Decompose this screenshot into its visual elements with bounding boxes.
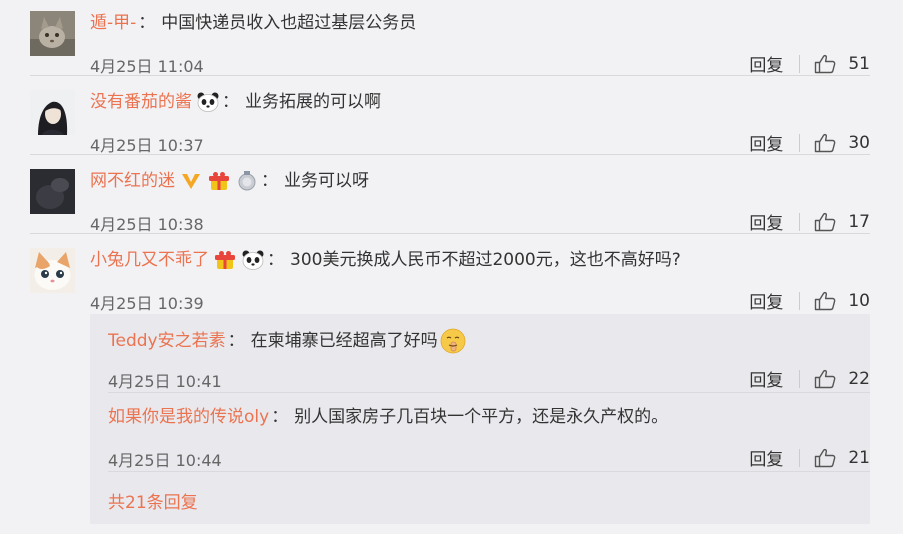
comment-list: 遁-甲-：中国快递员收入也超过基层公务员 4月25日 11:04 回复 51 没… (0, 0, 903, 534)
like-count: 22 (848, 368, 870, 389)
thumbs-up-icon[interactable] (814, 369, 836, 389)
reply-time: 4月25日 10:41 (108, 372, 222, 391)
more-replies-link[interactable]: 共21条回复 (108, 488, 198, 513)
reply-button[interactable]: 回复 (749, 51, 783, 76)
thumbs-up-icon[interactable] (814, 212, 836, 232)
comment-actions: 回复 51 (749, 51, 870, 77)
divider (799, 369, 801, 388)
gift-badge-icon (207, 171, 231, 191)
divider (799, 448, 801, 467)
divider (799, 212, 801, 231)
divider (799, 291, 801, 310)
username-link[interactable]: 没有番茄的酱 (90, 92, 192, 112)
like-count: 30 (848, 132, 870, 153)
avatar[interactable] (30, 11, 75, 56)
reply-button[interactable]: 回复 (749, 288, 783, 313)
comment-text: 300美元换成人民币不超过2000元，这也不高好吗? (290, 250, 681, 270)
reply-text: 在柬埔寨已经超高了好吗 (250, 331, 438, 351)
avatar[interactable] (30, 90, 75, 135)
comment-actions: 回复 30 (749, 130, 870, 156)
thumbs-up-icon[interactable] (814, 291, 836, 311)
comment-time: 4月25日 10:37 (90, 136, 204, 155)
username-link[interactable]: 遁-甲- (90, 13, 136, 33)
cat-avatar-image (30, 11, 75, 56)
girl-avatar-image (30, 90, 75, 135)
row-divider (30, 75, 870, 76)
comment-text: 业务可以呀 (284, 171, 369, 191)
reply-text: 别人国家房子几百块一个平方，还是永久产权的。 (294, 407, 669, 427)
v-badge-icon (179, 171, 203, 191)
divider (799, 54, 801, 73)
reply-actions: 回复 21 (749, 445, 870, 471)
comment-actions: 回复 10 (749, 288, 870, 314)
row-divider (30, 154, 870, 155)
avatar[interactable] (30, 169, 75, 214)
gift-badge-icon (213, 250, 237, 270)
reply-actions: 回复 22 (749, 366, 870, 392)
comment-actions: 回复 17 (749, 209, 870, 235)
like-count: 10 (848, 290, 870, 311)
thumbs-up-icon[interactable] (814, 133, 836, 153)
row-divider (108, 471, 870, 472)
reply-thread: Teddy安之若素：在柬埔寨已经超高了好吗 4月25日 10:41 回复 22 … (90, 314, 870, 524)
comment-text: 业务拓展的可以啊 (245, 92, 381, 112)
medal-icon (235, 171, 259, 191)
reply-button[interactable]: 回复 (749, 130, 783, 155)
colon-separator: ： (261, 171, 278, 191)
reply-time: 4月25日 10:44 (108, 451, 222, 470)
colon-separator: ： (138, 13, 156, 33)
reply-button[interactable]: 回复 (749, 209, 783, 234)
reply-button[interactable]: 回复 (749, 445, 783, 470)
thumbs-up-icon[interactable] (814, 448, 836, 468)
panda-icon (241, 250, 265, 270)
panda-icon (196, 92, 220, 112)
divider (799, 133, 801, 152)
colon-separator: ： (267, 250, 284, 270)
avatar[interactable] (30, 248, 75, 293)
username-link[interactable]: Teddy安之若素 (108, 331, 226, 351)
comment-time: 4月25日 10:39 (90, 294, 204, 313)
username-link[interactable]: 如果你是我的传说oly (108, 407, 269, 427)
thumbs-up-icon[interactable] (814, 54, 836, 74)
kitten-avatar-image (30, 248, 75, 293)
username-link[interactable]: 小兔几又不乖了 (90, 250, 209, 270)
row-divider (30, 233, 870, 234)
comment-time: 4月25日 10:38 (90, 215, 204, 234)
colon-separator: ： (227, 331, 245, 351)
reply-button[interactable]: 回复 (749, 366, 783, 391)
username-link[interactable]: 网不红的迷 (90, 171, 175, 191)
row-divider (108, 392, 870, 393)
colon-separator: ： (271, 407, 289, 427)
dark-avatar-image (30, 169, 75, 214)
colon-separator: ： (222, 92, 239, 112)
shush-emoji-icon (440, 328, 466, 354)
like-count: 21 (848, 447, 870, 468)
like-count: 51 (848, 53, 870, 74)
comment-text: 中国快递员收入也超过基层公务员 (161, 13, 417, 33)
like-count: 17 (848, 211, 870, 232)
comment-time: 4月25日 11:04 (90, 57, 204, 76)
